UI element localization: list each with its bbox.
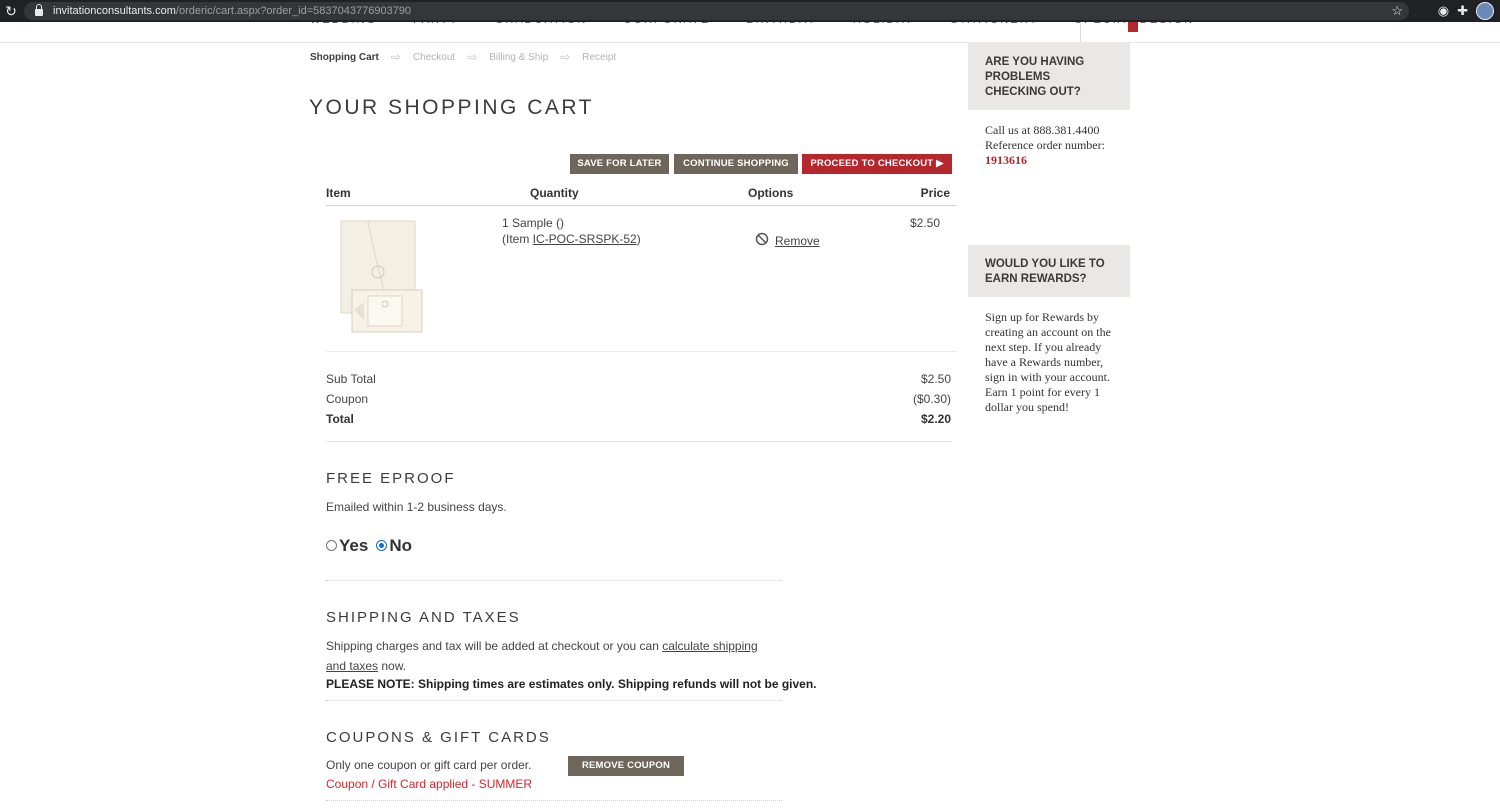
save-for-later-button[interactable]: SAVE FOR LATER: [570, 154, 669, 174]
quantity-line: 1 Sample (): [502, 216, 565, 230]
nav-item[interactable]: STATIONERY: [950, 22, 1038, 26]
eproof-no-radio[interactable]: [376, 539, 388, 551]
eproof-no-label[interactable]: No: [389, 536, 412, 556]
remove-option: Remove: [755, 232, 820, 248]
step-checkout: Checkout: [412, 51, 456, 63]
nav-item[interactable]: BIRTHDAY: [746, 22, 817, 26]
help-panel-body: Call us at 888.381.4400 Reference order …: [985, 123, 1105, 167]
continue-shopping-button[interactable]: CONTINUE SHOPPING: [674, 154, 798, 174]
proceed-to-checkout-button[interactable]: PROCEED TO CHECKOUT ▶: [802, 154, 952, 174]
site-nav: WEDDING PARTY GRADUATION CORPORATE BIRTHDAY H…: [0, 22, 1500, 43]
coupon-applied-message: Coupon / Gift Card applied - SUMMER: [326, 777, 533, 791]
item-code-line: (Item IC-POC-SRSPK-52): [502, 232, 641, 246]
address-bar[interactable]: invitationconsultants.com/orderic/cart.a…: [24, 2, 1409, 20]
page-title: YOUR SHOPPING CART: [309, 96, 594, 119]
step-shopping-cart: Shopping Cart: [310, 51, 379, 63]
remove-coupon-button[interactable]: REMOVE COUPON: [568, 756, 684, 776]
reference-order-number: 1913616: [985, 153, 1027, 167]
coupons-title: COUPONS & GIFT CARDS: [326, 729, 551, 746]
row-divider: [326, 351, 957, 352]
eproof-title: FREE EPROOF: [326, 470, 456, 487]
rewards-panel-header: WOULD YOU LIKE TO EARN REWARDS?: [968, 245, 1130, 297]
nav-item[interactable]: WEDDING: [310, 22, 377, 26]
caret-right-icon: ▶: [936, 158, 944, 169]
nav-item[interactable]: HOLIDAY: [853, 22, 914, 26]
header-price: Price: [920, 186, 950, 200]
extension-g-icon[interactable]: ◉: [1438, 2, 1449, 20]
eproof-desc: Emailed within 1-2 business days.: [326, 500, 507, 514]
total-row: Total $2.20: [326, 412, 951, 426]
arrow-right-icon: ⇨: [560, 50, 571, 64]
nav-item[interactable]: CORPORATE: [623, 22, 710, 26]
subtotal-value: $2.50: [920, 372, 951, 386]
reload-icon[interactable]: ↻: [2, 3, 20, 20]
section-divider: [326, 800, 782, 801]
total-value: $2.20: [920, 412, 951, 426]
eproof-yes-radio[interactable]: [326, 539, 337, 551]
item-code-link[interactable]: IC-POC-SRSPK-52: [533, 232, 637, 246]
section-divider: [326, 700, 782, 701]
step-receipt: Receipt: [582, 51, 617, 63]
shipping-title: SHIPPING AND TAXES: [326, 609, 521, 626]
checkout-steps: Shopping Cart ⇨ Checkout ⇨ Billing & Shi…: [310, 50, 616, 64]
arrow-right-icon: ⇨: [467, 50, 478, 64]
subtotal-row: Sub Total $2.50: [326, 372, 951, 386]
nav-item[interactable]: GRADUATION: [495, 22, 588, 26]
browser-toolbar: ↻ invitationconsultants.com/orderic/cart…: [0, 0, 1500, 22]
remove-icon[interactable]: [755, 232, 769, 246]
nav-item[interactable]: PARTY: [413, 22, 459, 26]
section-divider: [326, 441, 951, 442]
lock-icon: [35, 3, 43, 16]
eproof-options: Yes No: [326, 536, 412, 556]
arrow-right-icon: ⇨: [390, 50, 401, 64]
product-thumbnail[interactable]: [340, 220, 424, 334]
header-item: Item: [326, 186, 351, 200]
eproof-yes-label[interactable]: Yes: [339, 536, 368, 556]
nav-items: WEDDING PARTY GRADUATION CORPORATE BIRTHDAY H…: [310, 22, 1194, 26]
header-options: Options: [748, 186, 794, 200]
coupons-desc: Only one coupon or gift card per order.: [326, 758, 532, 772]
step-billing-ship: Billing & Ship: [489, 51, 549, 63]
cart-table-header: Item Quantity Options Price: [326, 185, 957, 206]
rewards-panel-body: Sign up for Rewards by creating an accou…: [985, 310, 1111, 414]
url-text: invitationconsultants.com/orderic/cart.a…: [53, 5, 412, 17]
bookmark-star-icon[interactable]: ☆: [1391, 2, 1403, 20]
coupon-row: Coupon ($0.30): [326, 392, 951, 406]
coupon-value: ($0.30): [912, 392, 951, 406]
header-quantity: Quantity: [530, 186, 579, 200]
puzzle-extensions-icon[interactable]: ✚: [1457, 2, 1468, 20]
profile-avatar[interactable]: [1476, 2, 1494, 20]
shipping-note: PLEASE NOTE: Shipping times are estimate…: [326, 677, 817, 691]
remove-link[interactable]: Remove: [775, 234, 820, 248]
item-price: $2.50: [909, 216, 940, 230]
help-panel-header: ARE YOU HAVING PROBLEMS CHECKING OUT?: [968, 42, 1130, 110]
shipping-desc: Shipping charges and tax will be added a…: [326, 639, 758, 673]
section-divider: [326, 580, 782, 581]
cart-indicator[interactable]: [1080, 22, 1138, 42]
